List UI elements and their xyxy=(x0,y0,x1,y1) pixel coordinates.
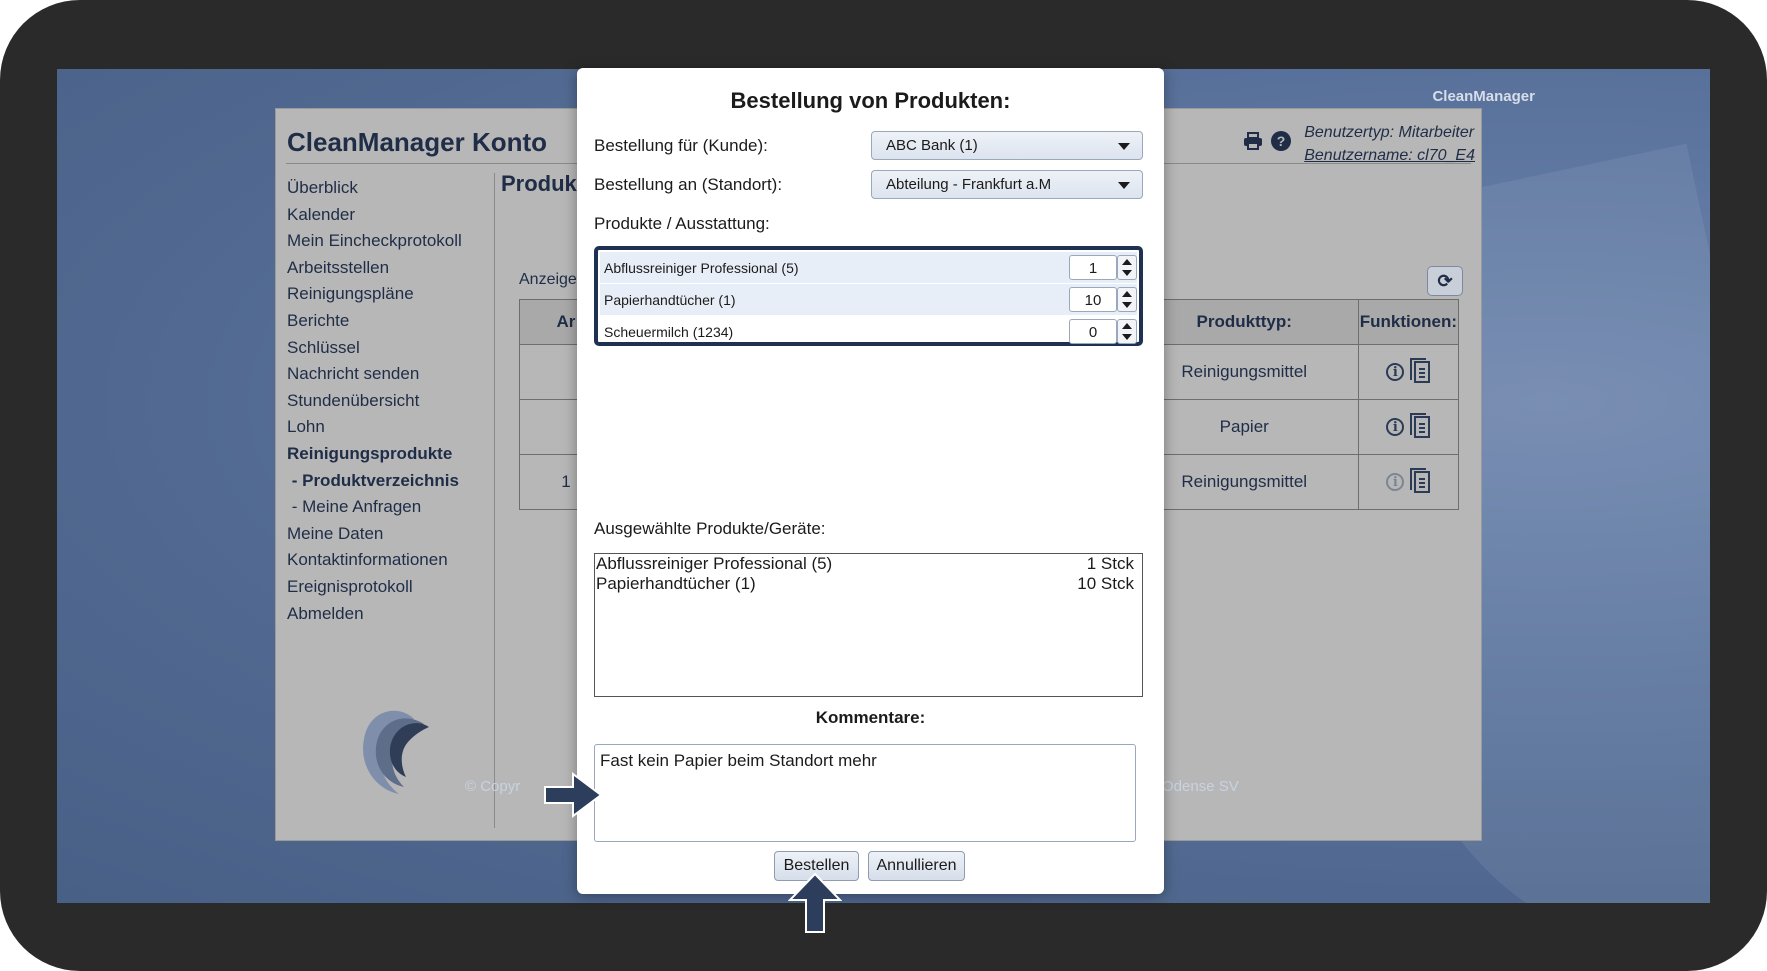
selected-product-amount: 10 Stck xyxy=(1077,574,1134,593)
comment-textarea[interactable]: Fast kein Papier beim Standort mehr xyxy=(594,744,1136,842)
sidebar-item-meine-daten[interactable]: Meine Daten xyxy=(287,521,487,548)
product-name: Abflussreiniger Professional (5) xyxy=(604,260,799,276)
products-label: Produkte / Ausstattung: xyxy=(594,214,770,233)
selected-product-name: Abflussreiniger Professional (5) xyxy=(596,554,833,573)
sidebar-item-reinigungsplaene[interactable]: Reinigungspläne xyxy=(287,281,487,308)
table-cell-functions: i xyxy=(1357,399,1460,455)
order-dialog: Bestellung von Produkten: Bestellung für… xyxy=(577,68,1164,894)
section-title: Produkt xyxy=(501,171,585,196)
location-select-value: Abteilung - Frankfurt a.M xyxy=(886,176,1052,193)
product-list: Abflussreiniger Professional (5) 1 Papie… xyxy=(594,246,1143,346)
sidebar-item-kalender[interactable]: Kalender xyxy=(287,202,487,229)
user-info: Benutzertyp: Mitarbeiter Benutzername: c… xyxy=(1304,121,1475,167)
refresh-button[interactable]: ⟳ xyxy=(1427,266,1463,296)
location-label: Bestellung an (Standort): xyxy=(594,175,783,194)
location-select[interactable]: Abteilung - Frankfurt a.M xyxy=(871,170,1143,199)
product-row: Abflussreiniger Professional (5) 1 xyxy=(600,252,1137,283)
selected-label: Ausgewählte Produkte/Geräte: xyxy=(594,519,826,538)
document-icon[interactable] xyxy=(1410,468,1431,493)
customer-select[interactable]: ABC Bank (1) xyxy=(871,131,1143,160)
sidebar-item-kontaktinformationen[interactable]: Kontaktinformationen xyxy=(287,547,487,574)
product-row: Papierhandtücher (1) 10 xyxy=(600,284,1137,315)
cancel-button[interactable]: Annullieren xyxy=(868,851,965,881)
sidebar-item-produktverzeichnis[interactable]: - Produktverzeichnis xyxy=(287,468,487,495)
document-icon[interactable] xyxy=(1410,358,1431,383)
footer-address: Odense SV xyxy=(1162,778,1239,795)
info-icon[interactable]: i xyxy=(1386,418,1405,436)
quantity-input[interactable]: 1 xyxy=(1069,255,1117,280)
user-type: Benutzertyp: Mitarbeiter xyxy=(1304,124,1475,141)
sidebar-item-arbeitsstellen[interactable]: Arbeitsstellen xyxy=(287,255,487,282)
sidebar-item-eincheckprotokoll[interactable]: Mein Eincheckprotokoll xyxy=(287,228,487,255)
selected-products-list: Abflussreiniger Professional (5) 1 Stck … xyxy=(594,553,1143,697)
table-cell-type: Papier xyxy=(1129,399,1359,455)
dropdown-caret-icon xyxy=(1118,143,1130,150)
page-title: CleanManager Konto xyxy=(287,127,548,157)
print-icon[interactable] xyxy=(1243,131,1263,151)
document-icon[interactable] xyxy=(1410,413,1431,438)
comment-title: Kommentare: xyxy=(815,708,926,727)
table-cell-type: Reinigungsmittel xyxy=(1129,344,1359,400)
selected-product-amount: 1 Stck xyxy=(1086,554,1134,573)
info-icon[interactable]: i xyxy=(1386,363,1405,381)
brand-corner-label: CleanManager xyxy=(1432,88,1535,105)
info-icon: i xyxy=(1386,473,1405,491)
table-cell-functions: i xyxy=(1357,344,1460,400)
list-item: Abflussreiniger Professional (5) 1 Stck xyxy=(595,554,1142,574)
nav-divider xyxy=(494,173,495,828)
dropdown-caret-icon xyxy=(1118,182,1130,189)
sidebar-item-lohn[interactable]: Lohn xyxy=(287,414,487,441)
product-row: Scheuermilch (1234) 0 xyxy=(600,316,1137,347)
spinner-icon[interactable] xyxy=(1117,319,1137,344)
sidebar-item-reinigungsprodukte[interactable]: Reinigungsprodukte xyxy=(287,441,487,468)
quantity-input[interactable]: 10 xyxy=(1069,287,1117,312)
refresh-icon: ⟳ xyxy=(1437,270,1453,291)
arrow-up-icon xyxy=(788,872,842,933)
dialog-title: Bestellung von Produkten: xyxy=(730,88,1011,113)
sidebar-item-abmelden[interactable]: Abmelden xyxy=(287,601,487,628)
sidebar-item-stundenuebersicht[interactable]: Stundenübersicht xyxy=(287,388,487,415)
help-icon[interactable]: ? xyxy=(1271,131,1291,151)
sidebar-nav: Überblick Kalender Mein Eincheckprotokol… xyxy=(287,175,487,627)
spinner-icon[interactable] xyxy=(1117,255,1137,280)
sidebar-item-nachricht-senden[interactable]: Nachricht senden xyxy=(287,361,487,388)
table-header-type[interactable]: Produkttyp: xyxy=(1129,299,1359,345)
sidebar-item-ueberblick[interactable]: Überblick xyxy=(287,175,487,202)
table-header-functions: Funktionen: xyxy=(1357,299,1460,345)
arrow-right-icon xyxy=(544,772,603,818)
table-cell-type: Reinigungsmittel xyxy=(1129,454,1359,510)
list-item: Papierhandtücher (1) 10 Stck xyxy=(595,574,1142,594)
customer-select-value: ABC Bank (1) xyxy=(886,137,978,154)
sidebar-item-meine-anfragen[interactable]: - Meine Anfragen xyxy=(287,494,487,521)
product-name: Scheuermilch (1234) xyxy=(604,324,734,340)
selected-product-name: Papierhandtücher (1) xyxy=(596,574,756,593)
sidebar-item-ereignisprotokoll[interactable]: Ereignisprotokoll xyxy=(287,574,487,601)
sidebar-item-schluessel[interactable]: Schlüssel xyxy=(287,335,487,362)
header-icons: ? xyxy=(1243,131,1291,151)
sidebar-item-berichte[interactable]: Berichte xyxy=(287,308,487,335)
spinner-icon[interactable] xyxy=(1117,287,1137,312)
show-label: Anzeige xyxy=(519,271,577,288)
footer-copyright: © Copyr xyxy=(465,778,521,795)
customer-label: Bestellung für (Kunde): xyxy=(594,136,768,155)
table-cell-functions: i xyxy=(1357,454,1460,510)
logo xyxy=(363,710,429,794)
product-name: Papierhandtücher (1) xyxy=(604,292,736,308)
quantity-input[interactable]: 0 xyxy=(1069,319,1117,344)
